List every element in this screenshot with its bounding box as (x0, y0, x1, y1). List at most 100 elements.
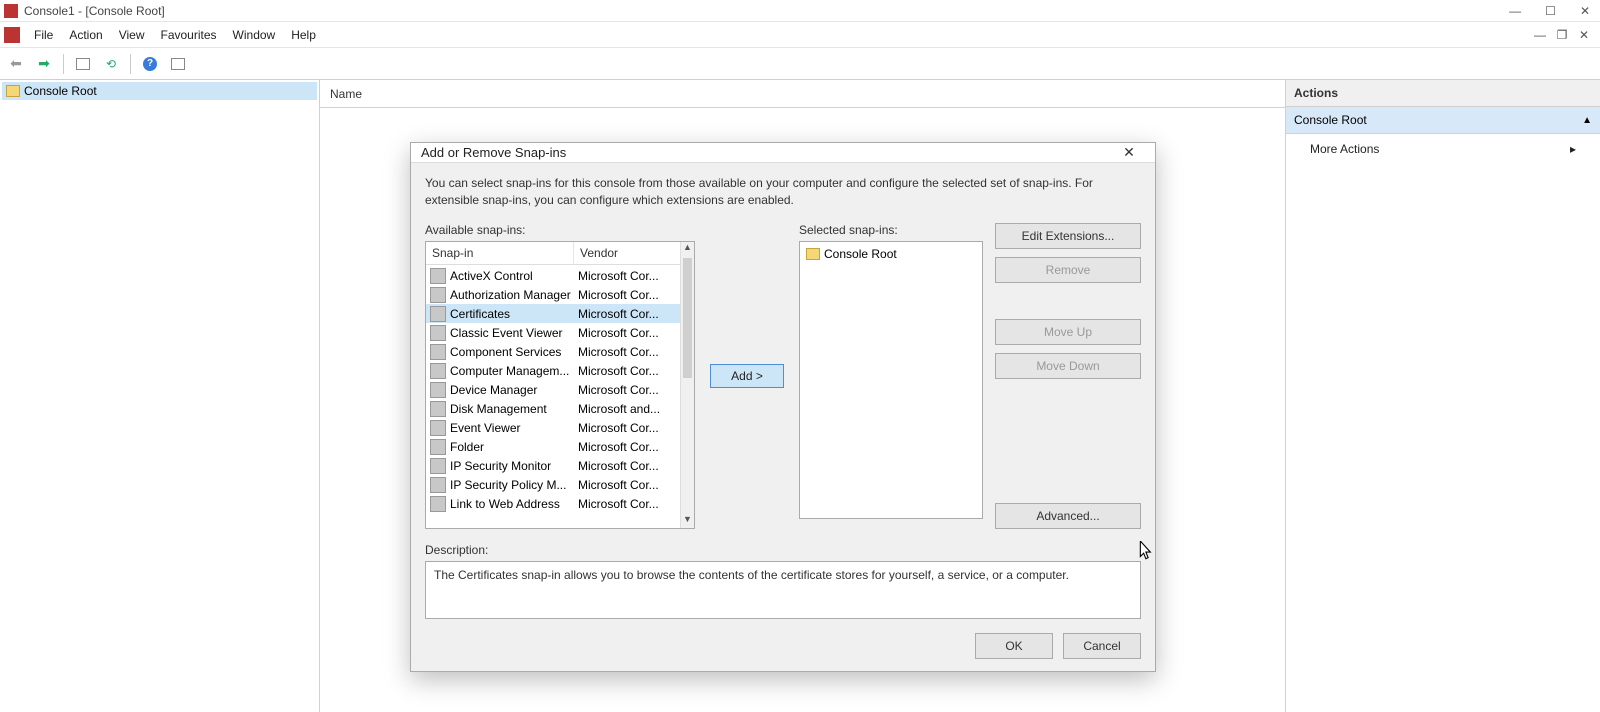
toolbar-separator (130, 54, 131, 74)
actions-section-console-root[interactable]: Console Root ▲ (1286, 107, 1600, 134)
snapin-icon (430, 439, 446, 455)
menu-help[interactable]: Help (283, 24, 324, 46)
close-button[interactable]: ✕ (1580, 4, 1590, 18)
snapin-icon (430, 401, 446, 417)
chevron-right-icon: ▸ (1570, 142, 1576, 156)
snapin-row[interactable]: Computer Managem...Microsoft Cor... (426, 361, 680, 380)
snapin-name: Component Services (450, 345, 578, 359)
action-more-actions[interactable]: More Actions ▸ (1286, 134, 1600, 164)
advanced-button[interactable]: Advanced... (995, 503, 1141, 529)
mdi-restore-icon[interactable]: ❐ (1554, 28, 1570, 42)
snapin-icon (430, 287, 446, 303)
snapin-vendor: Microsoft Cor... (578, 326, 680, 340)
snapin-row[interactable]: Device ManagerMicrosoft Cor... (426, 380, 680, 399)
menu-favourites[interactable]: Favourites (153, 24, 225, 46)
column-snapin[interactable]: Snap-in (426, 242, 574, 264)
folder-icon (6, 85, 20, 97)
minimize-button[interactable]: — (1509, 4, 1521, 18)
snapin-icon (430, 458, 446, 474)
menu-bar: File Action View Favourites Window Help … (0, 22, 1600, 48)
snapin-row[interactable]: Classic Event ViewerMicrosoft Cor... (426, 323, 680, 342)
selected-snapins-list[interactable]: Console Root (799, 241, 983, 519)
snapin-icon (430, 306, 446, 322)
snapin-icon (430, 268, 446, 284)
scroll-down-icon[interactable]: ▼ (681, 514, 694, 528)
snapin-vendor: Microsoft Cor... (578, 307, 680, 321)
toolbar-separator (63, 54, 64, 74)
export-list-button[interactable]: ⟲ (99, 52, 123, 76)
snapin-name: Event Viewer (450, 421, 578, 435)
snapin-icon (430, 477, 446, 493)
scroll-up-icon[interactable]: ▲ (681, 242, 694, 256)
remove-button[interactable]: Remove (995, 257, 1141, 283)
window-title: Console1 - [Console Root] (24, 4, 165, 18)
snapin-icon (430, 344, 446, 360)
forward-button[interactable]: ➡ (32, 52, 56, 76)
snapin-vendor: Microsoft Cor... (578, 288, 680, 302)
available-snapins-list[interactable]: Snap-in Vendor ActiveX ControlMicrosoft … (425, 241, 695, 529)
snapin-row[interactable]: ActiveX ControlMicrosoft Cor... (426, 266, 680, 285)
move-down-button[interactable]: Move Down (995, 353, 1141, 379)
snapin-name: IP Security Monitor (450, 459, 578, 473)
snapin-vendor: Microsoft Cor... (578, 364, 680, 378)
menu-action[interactable]: Action (61, 24, 110, 46)
snapin-row[interactable]: IP Security Policy M...Microsoft Cor... (426, 475, 680, 494)
menu-window[interactable]: Window (225, 24, 284, 46)
help-button[interactable]: ? (138, 52, 162, 76)
mdi-minimize-icon[interactable]: — (1532, 28, 1548, 42)
snapin-name: Computer Managem... (450, 364, 578, 378)
selected-item-console-root[interactable]: Console Root (804, 246, 978, 262)
snapin-row[interactable]: Event ViewerMicrosoft Cor... (426, 418, 680, 437)
edit-extensions-button[interactable]: Edit Extensions... (995, 223, 1141, 249)
column-name[interactable]: Name (320, 87, 372, 101)
snapin-vendor: Microsoft Cor... (578, 421, 680, 435)
snapin-vendor: Microsoft Cor... (578, 459, 680, 473)
add-button[interactable]: Add > (710, 364, 784, 388)
back-button[interactable]: ⬅ (4, 52, 28, 76)
snapin-vendor: Microsoft and... (578, 402, 680, 416)
dialog-titlebar[interactable]: Add or Remove Snap-ins ✕ (411, 143, 1155, 163)
snapin-row[interactable]: IP Security MonitorMicrosoft Cor... (426, 456, 680, 475)
snapin-icon (430, 325, 446, 341)
collapse-icon[interactable]: ▲ (1582, 115, 1592, 126)
snapin-row[interactable]: Component ServicesMicrosoft Cor... (426, 342, 680, 361)
toolbar: ⬅ ➡ ⟲ ? (0, 48, 1600, 80)
snapin-vendor: Microsoft Cor... (578, 345, 680, 359)
snapin-vendor: Microsoft Cor... (578, 269, 680, 283)
snapin-name: Folder (450, 440, 578, 454)
move-up-button[interactable]: Move Up (995, 319, 1141, 345)
list-header[interactable]: Name (320, 80, 1285, 108)
actions-pane: Actions Console Root ▲ More Actions ▸ (1286, 80, 1600, 712)
cancel-button[interactable]: Cancel (1063, 633, 1141, 659)
snapin-vendor: Microsoft Cor... (578, 497, 680, 511)
selected-item-label: Console Root (824, 247, 897, 261)
snapin-row[interactable]: Link to Web AddressMicrosoft Cor... (426, 494, 680, 513)
mmc-doc-icon (4, 27, 20, 43)
tree-pane[interactable]: Console Root (0, 80, 320, 712)
menu-file[interactable]: File (26, 24, 61, 46)
menu-view[interactable]: View (111, 24, 153, 46)
show-actions-pane-button[interactable] (166, 52, 190, 76)
column-vendor[interactable]: Vendor (574, 242, 694, 264)
dialog-title: Add or Remove Snap-ins (421, 145, 566, 160)
snapin-row[interactable]: Authorization ManagerMicrosoft Cor... (426, 285, 680, 304)
show-hide-tree-button[interactable] (71, 52, 95, 76)
available-snapins-label: Available snap-ins: (425, 223, 695, 237)
scroll-thumb[interactable] (683, 258, 692, 378)
tree-item-console-root[interactable]: Console Root (2, 82, 317, 100)
snapin-icon (430, 363, 446, 379)
dialog-close-button[interactable]: ✕ (1113, 144, 1145, 161)
maximize-button[interactable]: ☐ (1545, 4, 1556, 18)
snapin-name: Device Manager (450, 383, 578, 397)
snapin-vendor: Microsoft Cor... (578, 383, 680, 397)
ok-button[interactable]: OK (975, 633, 1053, 659)
snapin-row[interactable]: CertificatesMicrosoft Cor... (426, 304, 680, 323)
description-label: Description: (425, 543, 1141, 557)
snapin-row[interactable]: FolderMicrosoft Cor... (426, 437, 680, 456)
mdi-close-icon[interactable]: ✕ (1576, 28, 1592, 42)
scrollbar[interactable]: ▲ ▼ (680, 242, 694, 528)
tree-item-label: Console Root (24, 84, 97, 98)
snapin-row[interactable]: Disk ManagementMicrosoft and... (426, 399, 680, 418)
actions-section-label: Console Root (1294, 113, 1367, 127)
snapin-icon (430, 496, 446, 512)
